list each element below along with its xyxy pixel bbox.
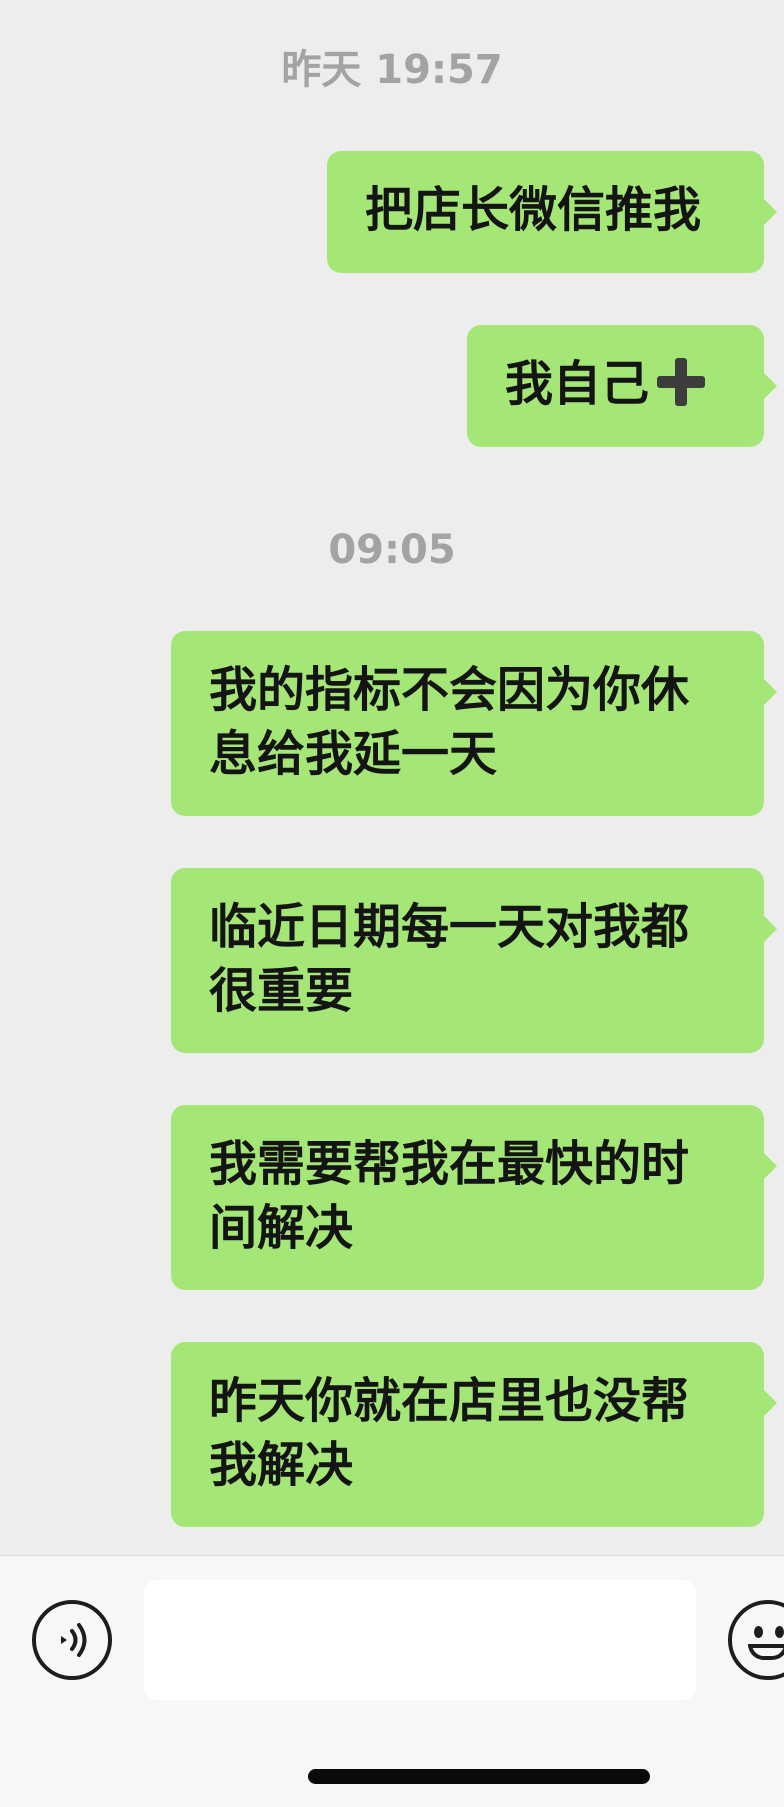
message-text: 我需要帮我在最快的时间解决 — [209, 1136, 690, 1256]
message-text: 昨天你就在店里也没帮我解决 — [209, 1373, 690, 1493]
message-bubble[interactable]: 我自己 — [467, 325, 777, 447]
emoji-eye — [775, 1626, 784, 1638]
message-bubble[interactable]: 临近日期每一天对我都很重要 — [171, 868, 777, 1053]
plus-icon — [657, 358, 706, 406]
message-text: 把店长微信推我 — [365, 182, 702, 238]
timestamp: 昨天 19:57 — [281, 47, 503, 93]
message-text: 临近日期每一天对我都很重要 — [209, 899, 690, 1019]
message-bubble[interactable]: 我需要帮我在最快的时间解决 — [171, 1105, 777, 1290]
message-text: 我自己 — [505, 356, 650, 412]
message-bubble[interactable]: 把店长微信推我 — [327, 151, 777, 273]
home-indicator[interactable] — [308, 1769, 650, 1784]
emoji-mouth — [748, 1644, 784, 1660]
message-text: 我的指标不会因为你休息给我延一天 — [209, 662, 690, 782]
message-bubble[interactable]: 我的指标不会因为你休息给我延一天 — [171, 631, 777, 816]
timestamp: 09:05 — [328, 527, 456, 573]
voice-icon[interactable] — [32, 1600, 112, 1680]
input-bar — [0, 1555, 784, 1807]
voice-wave-icon — [61, 1623, 87, 1657]
emoji-eye — [754, 1626, 763, 1638]
message-bubble[interactable]: 昨天你就在店里也没帮我解决 — [171, 1342, 777, 1527]
emoji-icon[interactable] — [728, 1600, 784, 1680]
message-input[interactable] — [144, 1580, 696, 1700]
